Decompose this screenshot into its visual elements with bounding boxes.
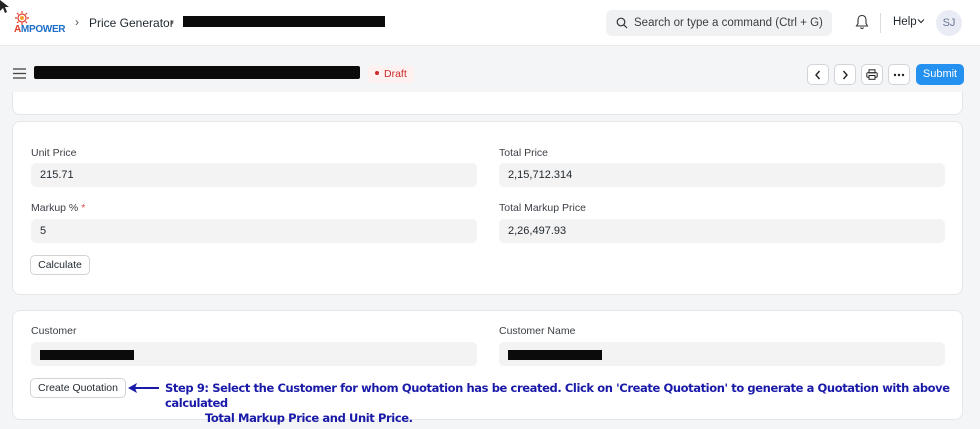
navbar-divider (880, 13, 881, 33)
customer-name-label: Customer Name (499, 325, 576, 337)
customer-field[interactable] (31, 342, 477, 366)
pricing-section (12, 121, 963, 295)
menu-icon[interactable] (13, 68, 26, 79)
create-quotation-button[interactable]: Create Quotation (30, 378, 126, 398)
next-button[interactable] (834, 64, 856, 85)
breadcrumb-separator-icon: › (75, 15, 79, 29)
customer-label: Customer (31, 325, 77, 337)
calculate-button[interactable]: Calculate (30, 255, 90, 275)
printer-icon (866, 69, 878, 80)
breadcrumb-price-generator[interactable]: Price Generator (89, 16, 174, 30)
search-placeholder: Search or type a command (Ctrl + G) (634, 17, 823, 29)
mouse-cursor-icon (0, 0, 9, 13)
print-button[interactable] (861, 64, 883, 85)
step-annotation: Step 9: Select the Customer for whom Quo… (165, 381, 965, 426)
total-markup-price-label: Total Markup Price (499, 202, 586, 214)
search-bar[interactable]: Search or type a command (Ctrl + G) (606, 10, 832, 36)
total-markup-price-field[interactable]: 2,26,497.93 (499, 219, 945, 243)
unit-price-label: Unit Price (31, 147, 77, 159)
unit-price-field[interactable]: 215.71 (31, 163, 477, 187)
chevron-right-icon (842, 70, 848, 79)
annotation-arrow-icon (128, 383, 159, 393)
step-annotation-line2: Total Markup Price and Unit Price. (205, 411, 413, 425)
chevron-down-icon[interactable] (917, 17, 925, 25)
logo-wordmark: AMPOWER (14, 24, 66, 35)
avatar[interactable]: SJ (936, 10, 962, 36)
previous-button[interactable] (807, 64, 829, 85)
markup-field[interactable]: 5 (31, 219, 477, 243)
previous-section-card (12, 92, 963, 115)
required-asterisk: * (81, 202, 86, 214)
step-annotation-line1: Step 9: Select the Customer for whom Quo… (165, 381, 950, 410)
customer-name-field[interactable] (499, 342, 945, 366)
total-price-field[interactable]: 2,15,712.314 (499, 163, 945, 187)
help-menu[interactable]: Help (893, 16, 917, 28)
total-price-label: Total Price (499, 147, 549, 159)
breadcrumb-redacted-document[interactable] (183, 16, 385, 27)
bell-icon[interactable] (855, 14, 869, 30)
customer-name-value-redacted (508, 350, 602, 360)
submit-button[interactable]: Submit (916, 64, 964, 85)
markup-label: Markup % * (31, 202, 86, 214)
status-badge: Draft (368, 66, 414, 83)
chevron-left-icon (815, 70, 821, 79)
more-icon (893, 73, 905, 76)
page-title-redacted (34, 66, 360, 79)
breadcrumb-separator-icon: › (170, 15, 174, 29)
more-actions-button[interactable] (888, 64, 910, 85)
customer-value-redacted (40, 350, 134, 360)
search-icon (616, 17, 628, 29)
top-navbar: AMPOWER › Price Generator › Search or ty… (0, 0, 980, 46)
